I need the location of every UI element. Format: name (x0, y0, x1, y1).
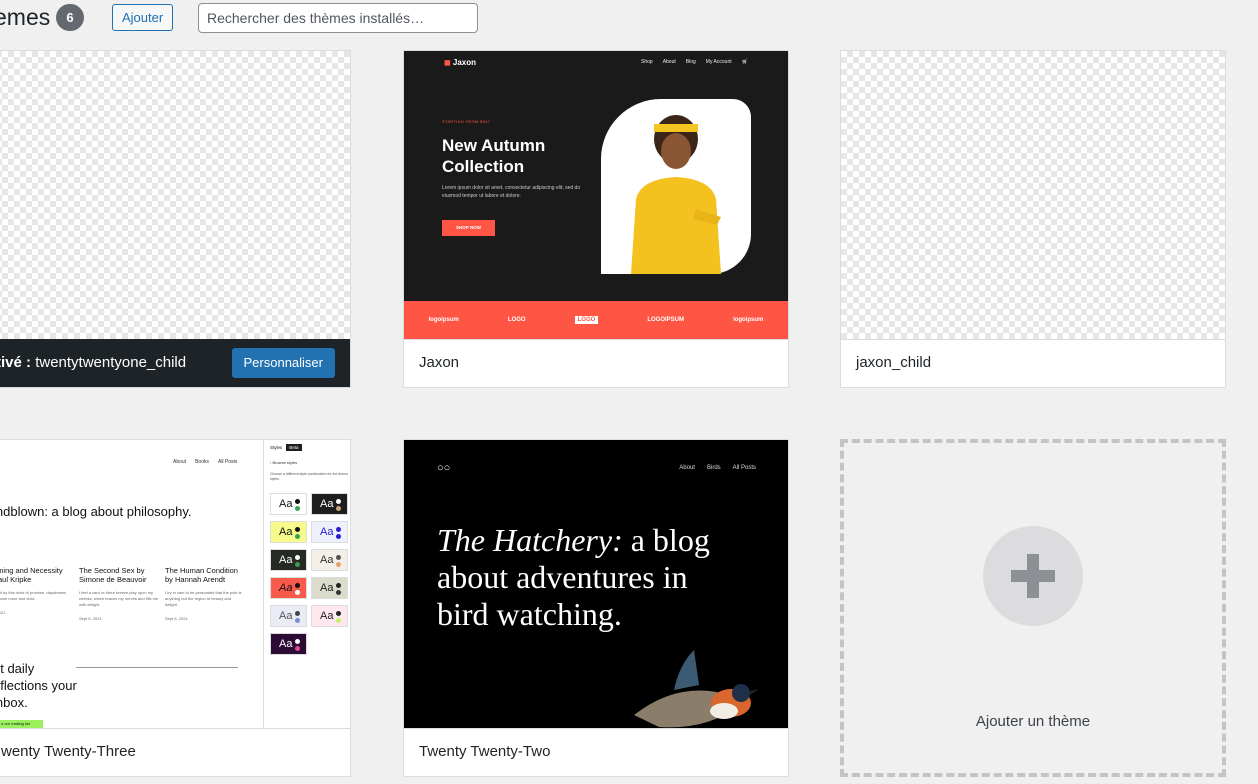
style-swatch: Aa (311, 577, 348, 599)
theme-screenshot[interactable] (841, 51, 1225, 339)
add-theme-button[interactable]: Ajouter (112, 4, 174, 31)
theme-card-jaxon[interactable]: ◼ Jaxon Shop About Blog My Account 🛒︎ STARTI… (403, 50, 789, 388)
preview-heading: The Hatchery: a blog about adventures in… (437, 522, 710, 632)
preview-eyebrow: STARTING FROM $34? (442, 119, 491, 124)
styles-desc: Choose a different style combination for… (270, 472, 349, 481)
theme-screenshot[interactable]: ○○ About Birds All Posts The Hatchery: a b… (404, 440, 788, 728)
customize-button[interactable]: Personnaliser (231, 348, 335, 378)
preview-logo-icon: ○○ (437, 462, 451, 474)
divider (76, 667, 238, 668)
preview-post: The Human Condition by Hannah Arendt I tr… (165, 566, 242, 621)
preview-post: oming and Necessity Saul Kripkeritted by… (0, 566, 67, 615)
preview-post: The Second Sex by Simone de Beauvoir I fe… (79, 566, 159, 621)
preview-nav: About Birds All Posts (679, 465, 756, 471)
theme-card-twenty-twenty-three[interactable]: About Books All Posts indblown: a blog abo… (0, 439, 351, 777)
page-header: emes 6 Ajouter (0, 0, 1258, 36)
style-swatch: Aa (270, 493, 307, 515)
active-theme-name: twentytwentyone_child (35, 354, 187, 371)
style-swatch: Aa (270, 521, 307, 543)
model-photo (601, 99, 751, 274)
style-swatch: Aa (311, 605, 348, 627)
bird-illustration (634, 650, 759, 728)
styles-panel: Styles Beta ‹ Browse styles Choose a diff… (263, 440, 350, 728)
theme-screenshot[interactable]: ◼ Jaxon Shop About Blog My Account 🛒︎ STARTI… (404, 51, 788, 339)
browse-styles: ‹ Browse styles (270, 460, 298, 465)
style-swatch: Aa (311, 549, 348, 571)
plus-icon[interactable] (983, 526, 1083, 626)
active-theme-bar: tivé : twentytwentyone_child Personnalis… (0, 339, 350, 387)
active-label: tivé : (0, 354, 32, 371)
style-swatch: Aa (270, 577, 307, 599)
theme-name: Twenty Twenty-Two (404, 728, 788, 776)
add-theme-label: Ajouter un thème (975, 713, 1091, 730)
style-swatch: Aa (270, 549, 307, 571)
preview-subscribe-text: et daily eflections your inbox. (0, 661, 77, 710)
theme-search-input[interactable] (198, 3, 478, 33)
theme-card-active[interactable]: tivé : twentytwentyone_child Personnalis… (0, 50, 351, 388)
preview-mailing-button: n our mailing list (0, 720, 43, 728)
style-swatch: Aa (270, 605, 307, 627)
theme-name: Jaxon (404, 339, 788, 387)
preview-shop-button: SHOP NOW (442, 220, 495, 236)
theme-name: wenty Twenty-Three (0, 728, 350, 776)
style-swatch: Aa (311, 493, 348, 515)
theme-screenshot[interactable] (0, 51, 350, 339)
page-title: emes (0, 4, 51, 30)
add-new-theme-card[interactable]: Ajouter un thème (840, 439, 1226, 777)
logo-strip: logoipsum LOGO LOGO LOGOIPSUM logoipsum (404, 301, 788, 339)
preview-body: Lorem ipsum dolor sit amet, consectetur … (442, 185, 581, 199)
preview-heading: New Autumn Collection (442, 136, 546, 176)
style-swatch: Aa (270, 633, 307, 655)
theme-card-twenty-twenty-two[interactable]: ○○ About Birds All Posts The Hatchery: a b… (403, 439, 789, 777)
style-swatch: Aa (311, 521, 348, 543)
cart-icon: 🛒︎ (741, 59, 748, 65)
theme-screenshot[interactable]: About Books All Posts indblown: a blog abo… (0, 440, 350, 728)
styles-panel-title: Styles Beta (270, 444, 302, 451)
theme-name: jaxon_child (841, 339, 1225, 387)
theme-count-badge: 6 (56, 4, 84, 31)
preview-nav: About Books All Posts (173, 459, 238, 465)
preview-tagline: indblown: a blog about philosophy. (0, 504, 192, 519)
preview-nav: Shop About Blog My Account 🛒︎ (641, 59, 748, 65)
theme-card-jaxon-child[interactable]: jaxon_child (840, 50, 1226, 388)
jaxon-logo: ◼ Jaxon (444, 58, 476, 67)
